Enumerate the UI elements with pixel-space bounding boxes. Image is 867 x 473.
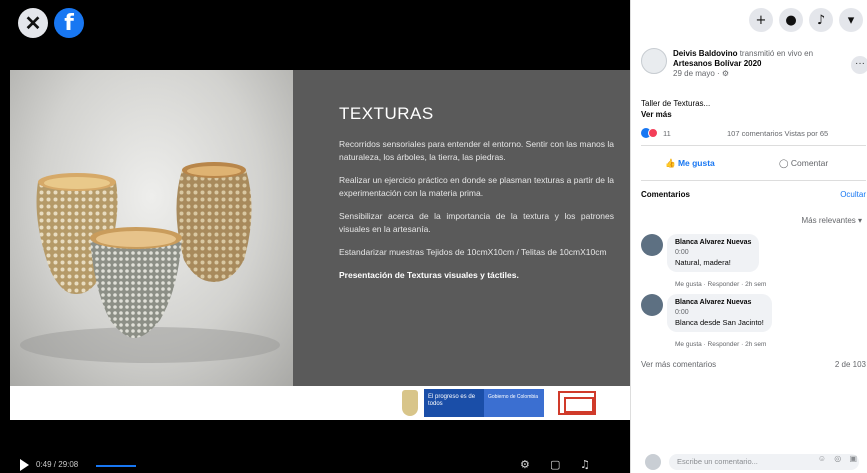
write-comment-row: Escribe un comentario... ☺ ◎ ▣ [641,452,866,472]
video-slide: TEXTURAS Recorridos sensoriales para ent… [10,70,630,420]
more-options-icon[interactable]: ··· [851,56,867,74]
emoji-icon[interactable]: ☺ ◎ ▣ [818,454,860,463]
post-header-text: Deivis Baldovino transmitió en vivo en A… [673,49,843,79]
slide-text-panel: TEXTURAS Recorridos sensoriales para ent… [293,70,630,386]
post-action: transmitió en vivo en [737,49,814,58]
comment-text: Blanca desde San Jacinto! [675,318,764,327]
comment-text: Natural, madera! [675,258,731,267]
comment-time: 0:00 [675,309,689,316]
pottery-vessels-image [20,162,280,363]
chevron-down-icon[interactable]: ▾ [839,8,863,32]
reactions-icon[interactable] [641,128,665,138]
slide-title: TEXTURAS [339,104,434,123]
government-logo: El progreso es de todos [424,389,484,417]
plus-icon[interactable]: + [749,8,773,32]
logo-bar: El progreso es de todos Gobierno de Colo… [10,386,630,420]
comment-time: 0:00 [675,249,689,256]
post-sidebar: + ● ♪ ▾ Deivis Baldovino transmitió en v… [630,0,867,473]
slide-paragraph: Estandarizar muestras Tejidos de 10cmX10… [339,247,607,257]
video-player[interactable]: ✕ f TEXTURAS Recorridos sensoriales para… [0,0,630,473]
comment-actions[interactable]: Me gusta · Responder · 2h sem [675,281,766,288]
government-logo-secondary: Gobierno de Colombia [484,389,544,417]
slide-paragraph: Realizar un ejercicio práctico en donde … [339,175,614,198]
more-comments-row: Ver más comentarios 2 de 103 [641,360,866,369]
comment-author[interactable]: Blanca Alvarez Nuevas [675,238,751,248]
fullscreen-icon[interactable]: ▢ [550,458,560,471]
comments-header: Comentarios Ocultar Más relevantes ▾ [641,190,866,225]
avatar [645,454,661,470]
more-comments-link[interactable]: Ver más comentarios [641,360,716,369]
slide-closing: Presentación de Texturas visuales y táct… [339,270,519,280]
see-more-link[interactable]: Ver más [641,110,672,119]
like-button[interactable]: 👍 Me gusta [665,158,715,169]
post-group[interactable]: Artesanos Bolívar 2020 [673,59,762,68]
avatar[interactable] [641,48,667,74]
reaction-count[interactable]: 11 [663,129,671,138]
settings-icon[interactable]: ⚙ [520,458,530,471]
slide-paragraph: Sensibilizar acerca de la importancia de… [339,211,614,234]
bell-icon[interactable]: ♪ [809,8,833,32]
sort-dropdown[interactable]: Más relevantes ▾ [802,216,862,225]
artesanias-logo [558,391,596,415]
post-author[interactable]: Deivis Baldovino [673,49,737,58]
comments-views-count[interactable]: 107 comentarios Vistas por 65 [727,129,828,138]
comments-title: Comentarios [641,190,690,199]
comment-bubble: Blanca Alvarez Nuevas 0:00 Blanca desde … [667,294,772,332]
comment-author[interactable]: Blanca Alvarez Nuevas [675,298,764,308]
play-icon[interactable] [20,459,29,471]
post-actions: 👍 Me gusta ◯ Comentar [641,145,866,181]
coat-of-arms-logo [402,390,418,416]
comment-actions[interactable]: Me gusta · Responder · 2h sem [675,341,766,348]
slide-paragraph: Recorridos sensoriales para entender el … [339,139,614,162]
facebook-icon[interactable]: f [54,8,84,38]
post-description: Taller de Texturas... Ver más [641,98,710,120]
root: ✕ f TEXTURAS Recorridos sensoriales para… [0,0,867,473]
top-toolbar: + ● ♪ ▾ [631,0,867,40]
description-text: Taller de Texturas... [641,99,711,108]
comment-button[interactable]: ◯ Comentar [779,158,828,169]
comment-bubble: Blanca Alvarez Nuevas 0:00 Natural, made… [667,234,760,272]
video-controls: 0:49 / 29:08 ⚙ ▢ ♫ [0,456,630,473]
pottery-photo [10,70,293,386]
close-icon[interactable]: ✕ [18,8,48,38]
messenger-icon[interactable]: ● [779,8,803,32]
video-time: 0:49 / 29:08 [36,460,79,469]
comments-count: 2 de 103 [834,360,866,369]
avatar[interactable] [641,294,663,316]
volume-icon[interactable]: ♫ [580,458,590,471]
post-date[interactable]: 29 de mayo · ⚙ [673,69,729,78]
progress-bar[interactable] [96,465,136,467]
avatar[interactable] [641,234,663,256]
hide-comments-link[interactable]: Ocultar [840,190,866,199]
